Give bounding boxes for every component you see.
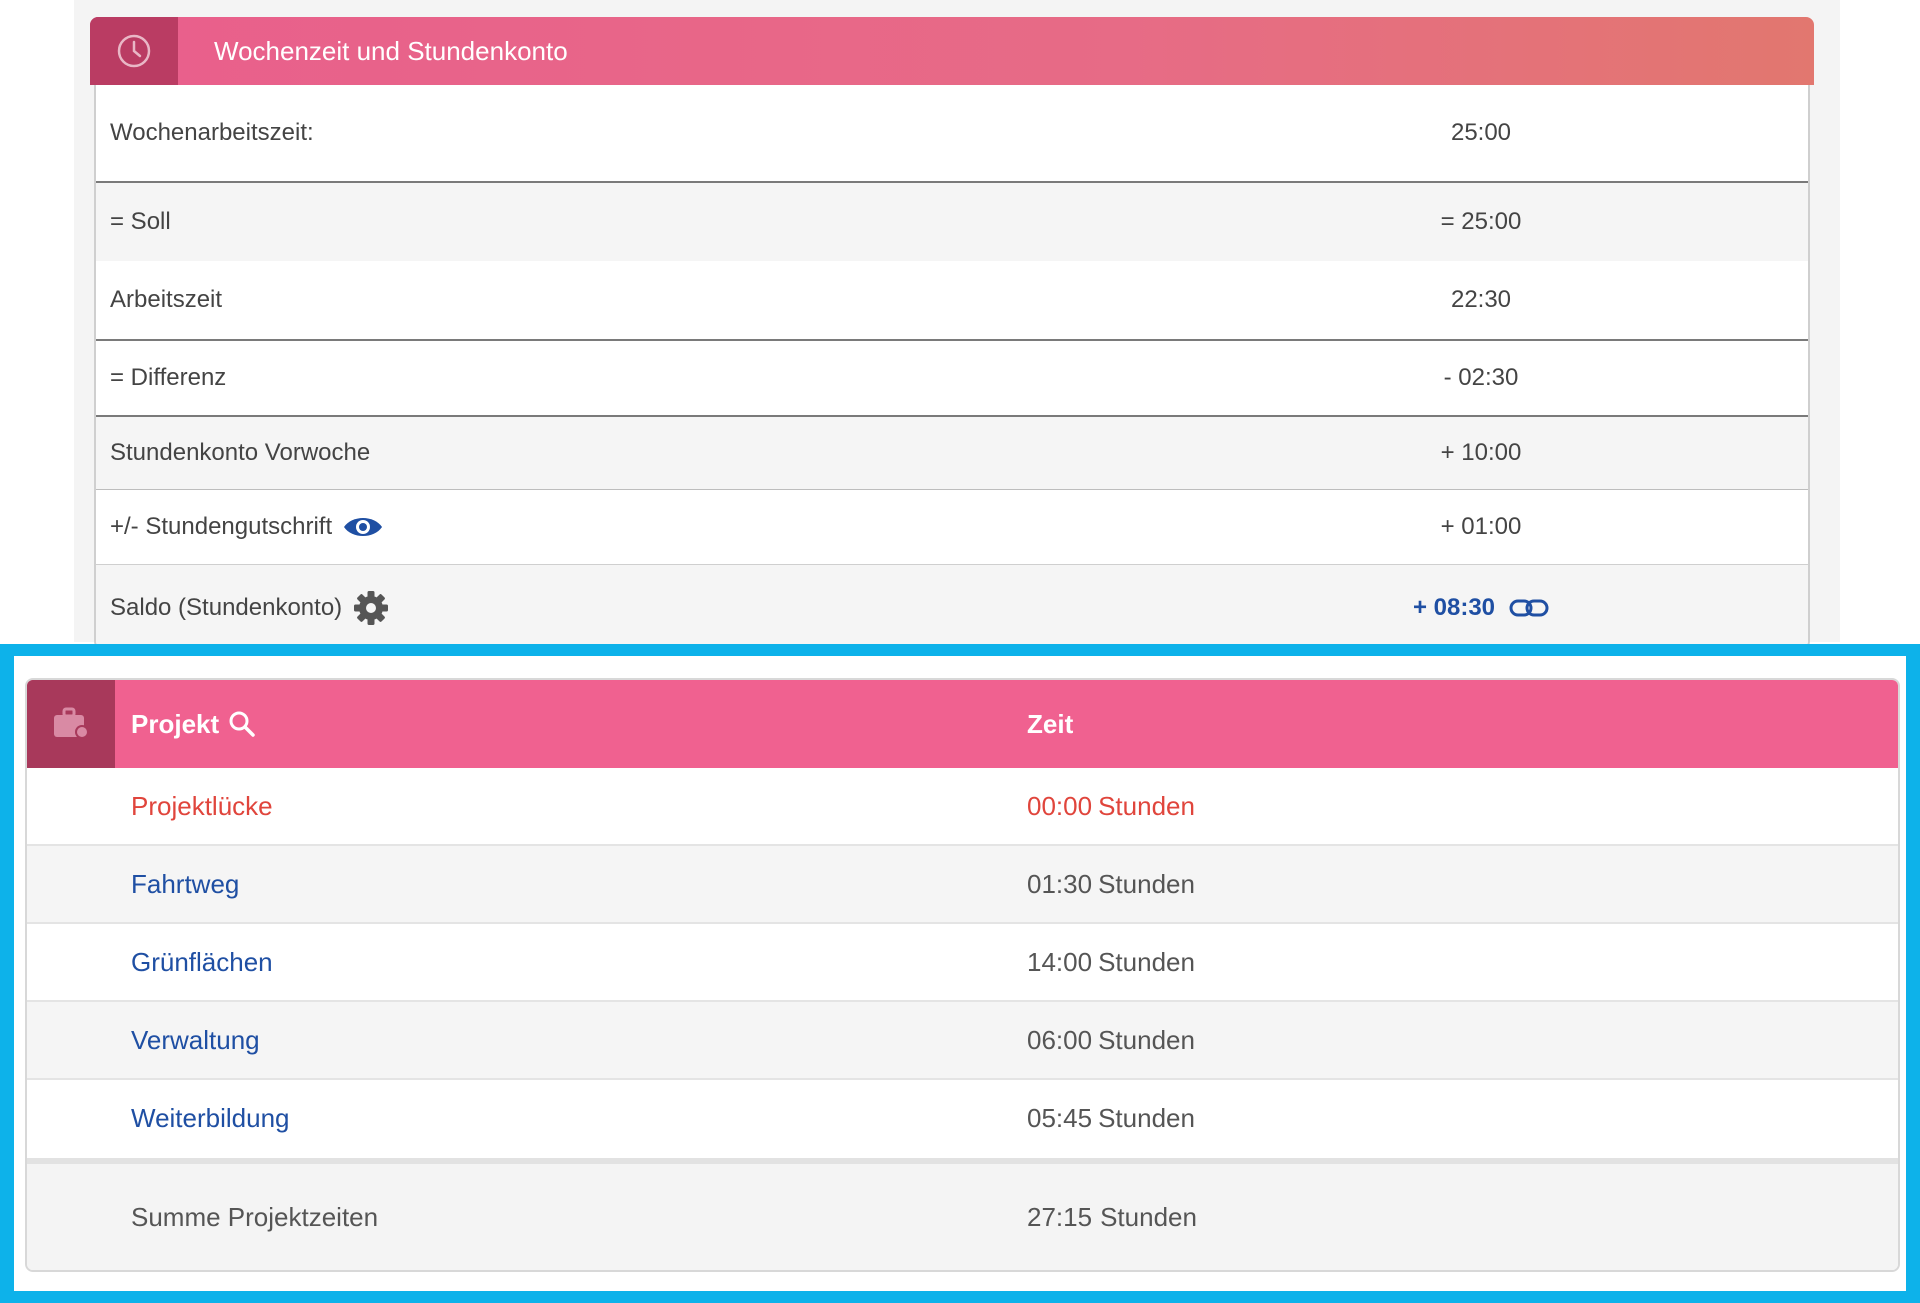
project-time-unit: Stunden (1098, 869, 1195, 899)
project-time: 01:30 Stunden (1027, 846, 1195, 922)
weekly-account-header: Wochenzeit und Stundenkonto (90, 17, 1814, 85)
project-sum-time: 27:15 Stunden (1027, 1164, 1197, 1270)
row-balance: Saldo (Stundenkonto) + 08:30 (96, 565, 1808, 649)
project-name-link[interactable]: Grünflächen (131, 924, 273, 1000)
project-time-value: 14:00 (1027, 947, 1093, 977)
project-time-value: 00:00 (1027, 791, 1093, 821)
row-hour-credit: +/- Stundengutschrift + 01:00 (96, 490, 1808, 564)
row-label: = Differenz (110, 364, 227, 391)
row-value: = 25:00 (1440, 208, 1522, 235)
project-row[interactable]: Weiterbildung 05:45 Stunden (27, 1080, 1898, 1158)
search-icon[interactable] (227, 709, 257, 739)
project-time-value: 06:00 (1027, 1025, 1093, 1055)
row-value-group: + 08:30 (1331, 565, 1631, 649)
project-row[interactable]: Projektlücke 00:00 Stunden (27, 768, 1898, 846)
gear-icon[interactable] (352, 589, 390, 627)
project-time-unit: Stunden (1098, 947, 1195, 977)
project-sum-row: Summe Projektzeiten 27:15 Stunden (27, 1158, 1898, 1270)
project-row[interactable]: Verwaltung 06:00 Stunden (27, 1002, 1898, 1080)
link-icon[interactable] (1509, 596, 1549, 620)
project-time: 05:45 Stunden (1027, 1080, 1195, 1156)
project-time: 06:00 Stunden (1027, 1002, 1195, 1078)
project-sum-label: Summe Projektzeiten (131, 1202, 379, 1232)
weekly-account-title: Wochenzeit und Stundenkonto (214, 36, 568, 66)
header-icon-box (27, 680, 115, 768)
project-time-value: 01:30 (1027, 869, 1093, 899)
row-label: Stundenkonto Vorwoche (110, 439, 371, 466)
time-column-header[interactable]: Zeit (1027, 680, 1073, 768)
row-label-group: +/- Stundengutschrift (110, 490, 384, 564)
project-name-link[interactable]: Projektlücke (131, 768, 273, 844)
row-label: Wochenarbeitszeit: (110, 119, 314, 146)
project-times-card: Projekt Zeit Projektlücke 00:00 Stunden F… (25, 678, 1900, 1272)
clock-icon (117, 34, 151, 68)
balance-value-link[interactable]: + 08:30 (1413, 594, 1495, 622)
row-previous-week-balance: Stundenkonto Vorwoche + 10:00 (96, 417, 1808, 489)
project-row[interactable]: Fahrtweg 01:30 Stunden (27, 846, 1898, 924)
weekly-account-card: Wochenzeit und Stundenkonto Wochenarbeit… (90, 17, 1814, 651)
row-label: = Soll (110, 208, 171, 235)
row-value: 22:30 (1450, 286, 1512, 313)
project-time: 00:00 Stunden (1027, 768, 1195, 844)
project-column-label: Projekt (131, 708, 220, 739)
project-time: 14:00 Stunden (1027, 924, 1195, 1000)
project-time-unit: Stunden (1098, 1025, 1195, 1055)
row-value: + 01:00 (1440, 513, 1522, 540)
project-time-unit: Stunden (1098, 1103, 1195, 1133)
header-icon-box (90, 17, 178, 85)
project-time-value: 05:45 (1027, 1103, 1093, 1133)
row-weekly-hours: Wochenarbeitszeit: 25:00 (96, 85, 1808, 181)
project-name-link[interactable]: Weiterbildung (131, 1080, 290, 1156)
project-column-header[interactable]: Projekt (131, 680, 257, 768)
eye-icon[interactable] (342, 513, 384, 541)
row-label-group: Saldo (Stundenkonto) (110, 565, 390, 649)
briefcase-icon (54, 707, 89, 739)
project-sum-value: 27:15 (1027, 1202, 1093, 1232)
row-label: Arbeitszeit (110, 286, 223, 313)
project-name-link[interactable]: Verwaltung (131, 1002, 260, 1078)
project-sum-unit: Stunden (1100, 1202, 1197, 1232)
project-table-header: Projekt Zeit (27, 680, 1898, 768)
row-difference: = Differenz - 02:30 (96, 341, 1808, 415)
row-value: 25:00 (1450, 119, 1512, 146)
project-time-unit: Stunden (1098, 791, 1195, 821)
row-label: Saldo (Stundenkonto) (110, 594, 343, 621)
row-value: + 10:00 (1440, 439, 1522, 466)
row-target: = Soll = 25:00 (96, 183, 1808, 261)
row-label: +/- Stundengutschrift (110, 513, 333, 540)
project-row[interactable]: Grünflächen 14:00 Stunden (27, 924, 1898, 1002)
weekly-account-table: Wochenarbeitszeit: 25:00 = Soll = 25:00 … (94, 85, 1810, 651)
row-working-time: Arbeitszeit 22:30 (96, 261, 1808, 339)
project-name-link[interactable]: Fahrtweg (131, 846, 239, 922)
row-value: - 02:30 (1443, 364, 1519, 391)
